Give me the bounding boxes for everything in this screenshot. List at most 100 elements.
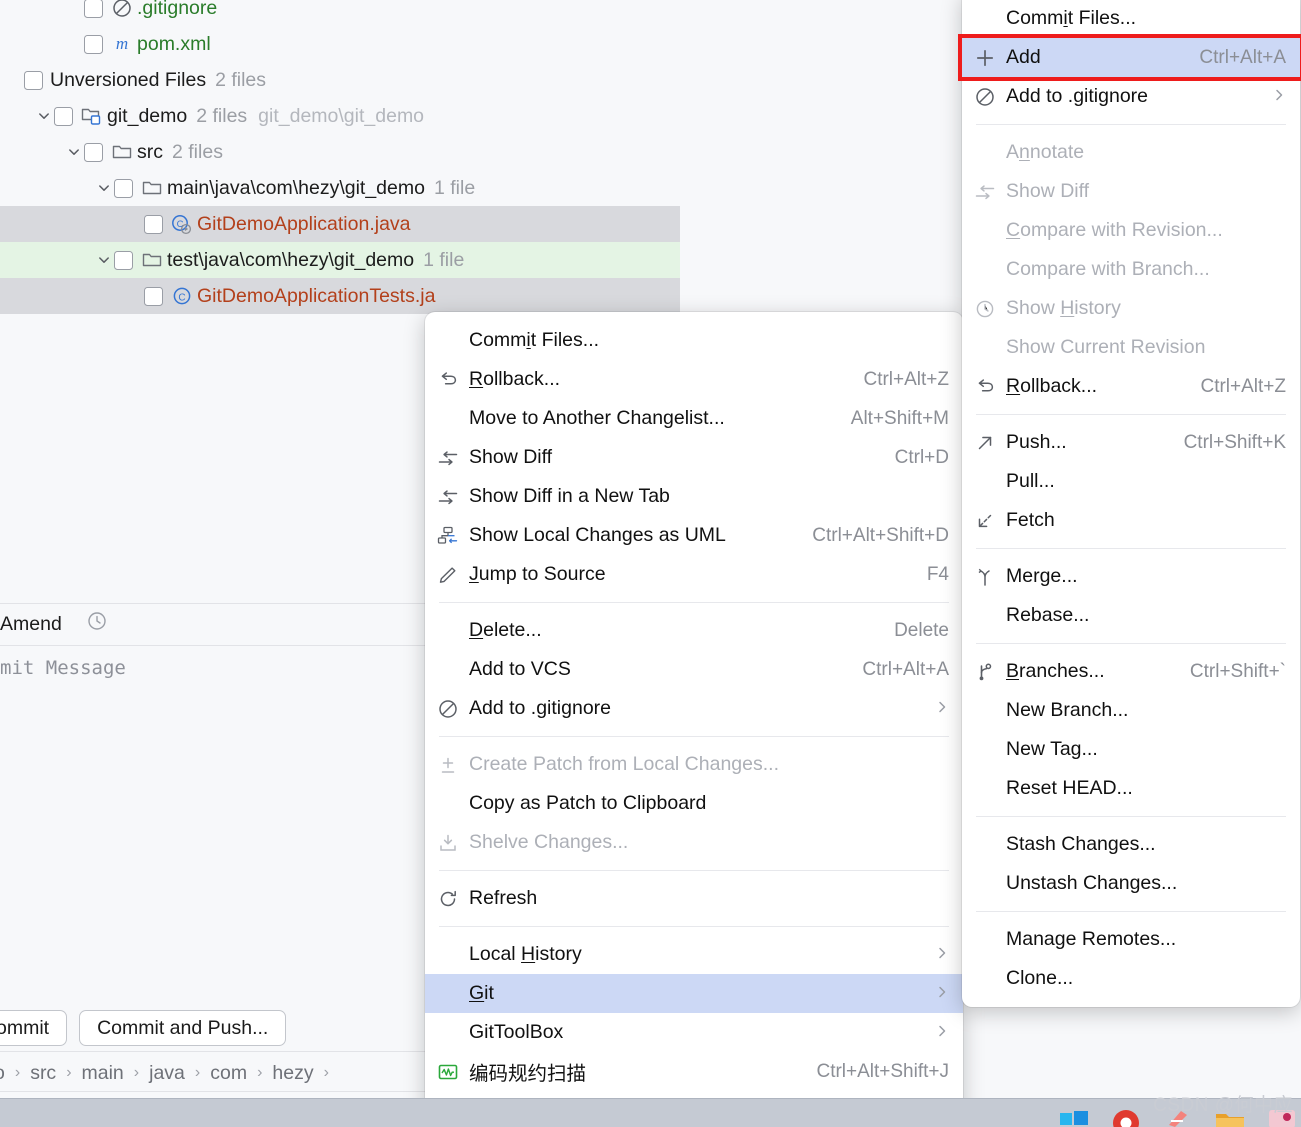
tree-row[interactable]: main\java\com\hezy\git_demo 1 file	[0, 170, 680, 206]
clock-icon[interactable]	[86, 610, 108, 638]
divider-above-breadcrumb	[0, 1051, 430, 1052]
menu-item-delete[interactable]: Delete... Delete	[425, 611, 963, 650]
row-checkbox[interactable]	[84, 34, 103, 54]
amend-row[interactable]: Amend	[0, 604, 430, 644]
menu-item-copy-as-patch-to-clipboard[interactable]: Copy as Patch to Clipboard	[425, 784, 963, 823]
chevron-down-icon[interactable]	[94, 253, 114, 267]
changes-tree[interactable]: .gitignore m pom.xml Unversioned Files 2 fil…	[0, 0, 680, 314]
commit-button[interactable]: ommit	[0, 1010, 68, 1046]
git-item-rebase[interactable]: Rebase...	[962, 596, 1300, 635]
menu-item-shortcut: Ctrl+Alt+Shift+J	[816, 1060, 949, 1082]
chevron-right-icon	[935, 984, 949, 1004]
menu-item-label: Stash Changes...	[1006, 833, 1156, 855]
chevron-down-icon[interactable]	[94, 181, 114, 195]
menu-item-local-history[interactable]: Local History	[425, 935, 963, 974]
tree-row[interactable]: Unversioned Files 2 files	[0, 62, 680, 98]
git-item-pull[interactable]: Pull...	[962, 462, 1300, 501]
amend-label: Amend	[0, 612, 62, 635]
menu-item-show-diff-in-a-new-tab[interactable]: Show Diff in a New Tab	[425, 477, 963, 516]
menu-item-label: Unstash Changes...	[1006, 872, 1178, 894]
watermark: CSDN @何中应	[1153, 1095, 1293, 1116]
menu-item-gittoolbox[interactable]: GitToolBox	[425, 1013, 963, 1052]
menu-item-shortcut: Ctrl+Shift+K	[1183, 431, 1286, 453]
menu-item-show-diff[interactable]: Show Diff Ctrl+D	[425, 438, 963, 477]
git-item-merge[interactable]: Merge...	[962, 557, 1300, 596]
tree-row[interactable]: git_demo 2 files git_demo\git_demo	[0, 98, 680, 134]
breadcrumb-separator: ›	[66, 1064, 72, 1081]
chevron-down-icon[interactable]	[34, 109, 54, 123]
chevron-down-icon[interactable]	[64, 145, 84, 159]
menu-divider	[976, 124, 1286, 125]
divider-below-amend	[0, 645, 430, 646]
git-item-new-tag[interactable]: New Tag...	[962, 730, 1300, 769]
breadcrumb-item[interactable]: hezy	[272, 1062, 313, 1085]
git-item-manage-remotes[interactable]: Manage Remotes...	[962, 920, 1300, 959]
menu-item-label: Clone...	[1006, 967, 1074, 989]
windows-start-icon[interactable]	[1057, 1105, 1091, 1127]
menu-item-shortcut: Ctrl+Alt+Shift+D	[812, 524, 949, 546]
menu-item-label: Copy as Patch to Clipboard	[469, 792, 707, 814]
tree-row[interactable]: C GitDemoApplication.java	[0, 206, 680, 242]
git-item-stash-changes[interactable]: Stash Changes...	[962, 825, 1300, 864]
git-item-fetch[interactable]: Fetch	[962, 501, 1300, 540]
tree-row-label: main\java\com\hezy\git_demo	[167, 176, 425, 199]
breadcrumb[interactable]: o › src › main › java › com › hezy ›	[0, 1055, 424, 1091]
menu-item-shortcut: Alt+Shift+M	[850, 407, 949, 429]
git-item-rollback[interactable]: Rollback... Ctrl+Alt+Z	[962, 367, 1300, 406]
menu-divider	[976, 414, 1286, 415]
row-checkbox[interactable]	[144, 214, 163, 234]
tree-row[interactable]: src 2 files	[0, 134, 680, 170]
breadcrumb-item[interactable]: java	[149, 1062, 185, 1085]
menu-item-jump-to-source[interactable]: Jump to Source F4	[425, 555, 963, 594]
breadcrumb-item[interactable]: src	[30, 1062, 56, 1085]
git-item-branches[interactable]: Branches... Ctrl+Shift+`	[962, 652, 1300, 691]
tree-row[interactable]: test\java\com\hezy\git_demo 1 file	[0, 242, 680, 278]
context-menu[interactable]: Commit Files... Rollback... Ctrl+Alt+Z Move…	[425, 312, 963, 1127]
git-item-push[interactable]: Push... Ctrl+Shift+K	[962, 423, 1300, 462]
row-checkbox[interactable]	[84, 0, 103, 18]
menu-item-add-to-gitignore[interactable]: Add to .gitignore	[425, 689, 963, 728]
git-item-compare-with-branch: Compare with Branch...	[962, 250, 1300, 289]
row-checkbox[interactable]	[84, 142, 103, 162]
menu-divider	[976, 816, 1286, 817]
tree-row-label: GitDemoApplicationTests.ja	[197, 284, 436, 307]
git-item-add[interactable]: Add Ctrl+Alt+A	[958, 34, 1301, 81]
git-item-reset-head[interactable]: Reset HEAD...	[962, 769, 1300, 808]
breadcrumb-item[interactable]: main	[82, 1062, 124, 1085]
menu-item-move-to-another-changelist[interactable]: Move to Another Changelist... Alt+Shift+M	[425, 399, 963, 438]
git-item-unstash-changes[interactable]: Unstash Changes...	[962, 864, 1300, 903]
row-checkbox[interactable]	[24, 70, 43, 90]
menu-item-rollback[interactable]: Rollback... Ctrl+Alt+Z	[425, 360, 963, 399]
menu-item-add-to-vcs[interactable]: Add to VCS Ctrl+Alt+A	[425, 650, 963, 689]
menu-item-refresh[interactable]: Refresh	[425, 879, 963, 918]
row-checkbox[interactable]	[114, 250, 133, 270]
git-item-commit-files[interactable]: Commit Files...	[962, 0, 1300, 38]
menu-divider	[439, 870, 949, 871]
chrome-icon[interactable]	[1109, 1105, 1143, 1127]
breadcrumb-item[interactable]: com	[210, 1062, 247, 1085]
tree-row[interactable]: .gitignore	[0, 0, 680, 26]
git-item-clone[interactable]: Clone...	[962, 959, 1300, 998]
commit-message-input[interactable]: mit Message	[0, 650, 430, 686]
breadcrumb-item[interactable]: o	[0, 1062, 5, 1085]
menu-item-commit-files[interactable]: Commit Files...	[425, 321, 963, 360]
git-item-add-to-gitignore[interactable]: Add to .gitignore	[962, 77, 1300, 116]
java-class-icon: C	[170, 285, 194, 307]
tree-row-count: 1 file	[423, 248, 465, 271]
menu-item-编码规约扫描[interactable]: 编码规约扫描 Ctrl+Alt+Shift+J	[425, 1052, 963, 1091]
menu-item-show-local-changes-as-uml[interactable]: Show Local Changes as UML Ctrl+Alt+Shift+…	[425, 516, 963, 555]
menu-item-git[interactable]: Git	[425, 974, 963, 1013]
git-submenu[interactable]: Commit Files... Add Ctrl+Alt+A Add to .giti…	[958, 0, 1301, 1007]
commit-and-push-button[interactable]: Commit and Push...	[79, 1010, 287, 1046]
chevron-right-icon	[935, 699, 949, 719]
fetch-icon	[974, 510, 1006, 532]
git-item-new-branch[interactable]: New Branch...	[962, 691, 1300, 730]
menu-item-shortcut: F4	[926, 563, 949, 585]
tree-row[interactable]: C GitDemoApplicationTests.ja	[0, 278, 680, 314]
row-checkbox[interactable]	[114, 178, 133, 198]
menu-item-label: Move to Another Changelist...	[469, 407, 725, 429]
row-checkbox[interactable]	[54, 106, 73, 126]
row-checkbox[interactable]	[144, 286, 163, 306]
windows-taskbar[interactable]: CSDN @何中应	[0, 1095, 1301, 1127]
tree-row[interactable]: m pom.xml	[0, 26, 680, 62]
